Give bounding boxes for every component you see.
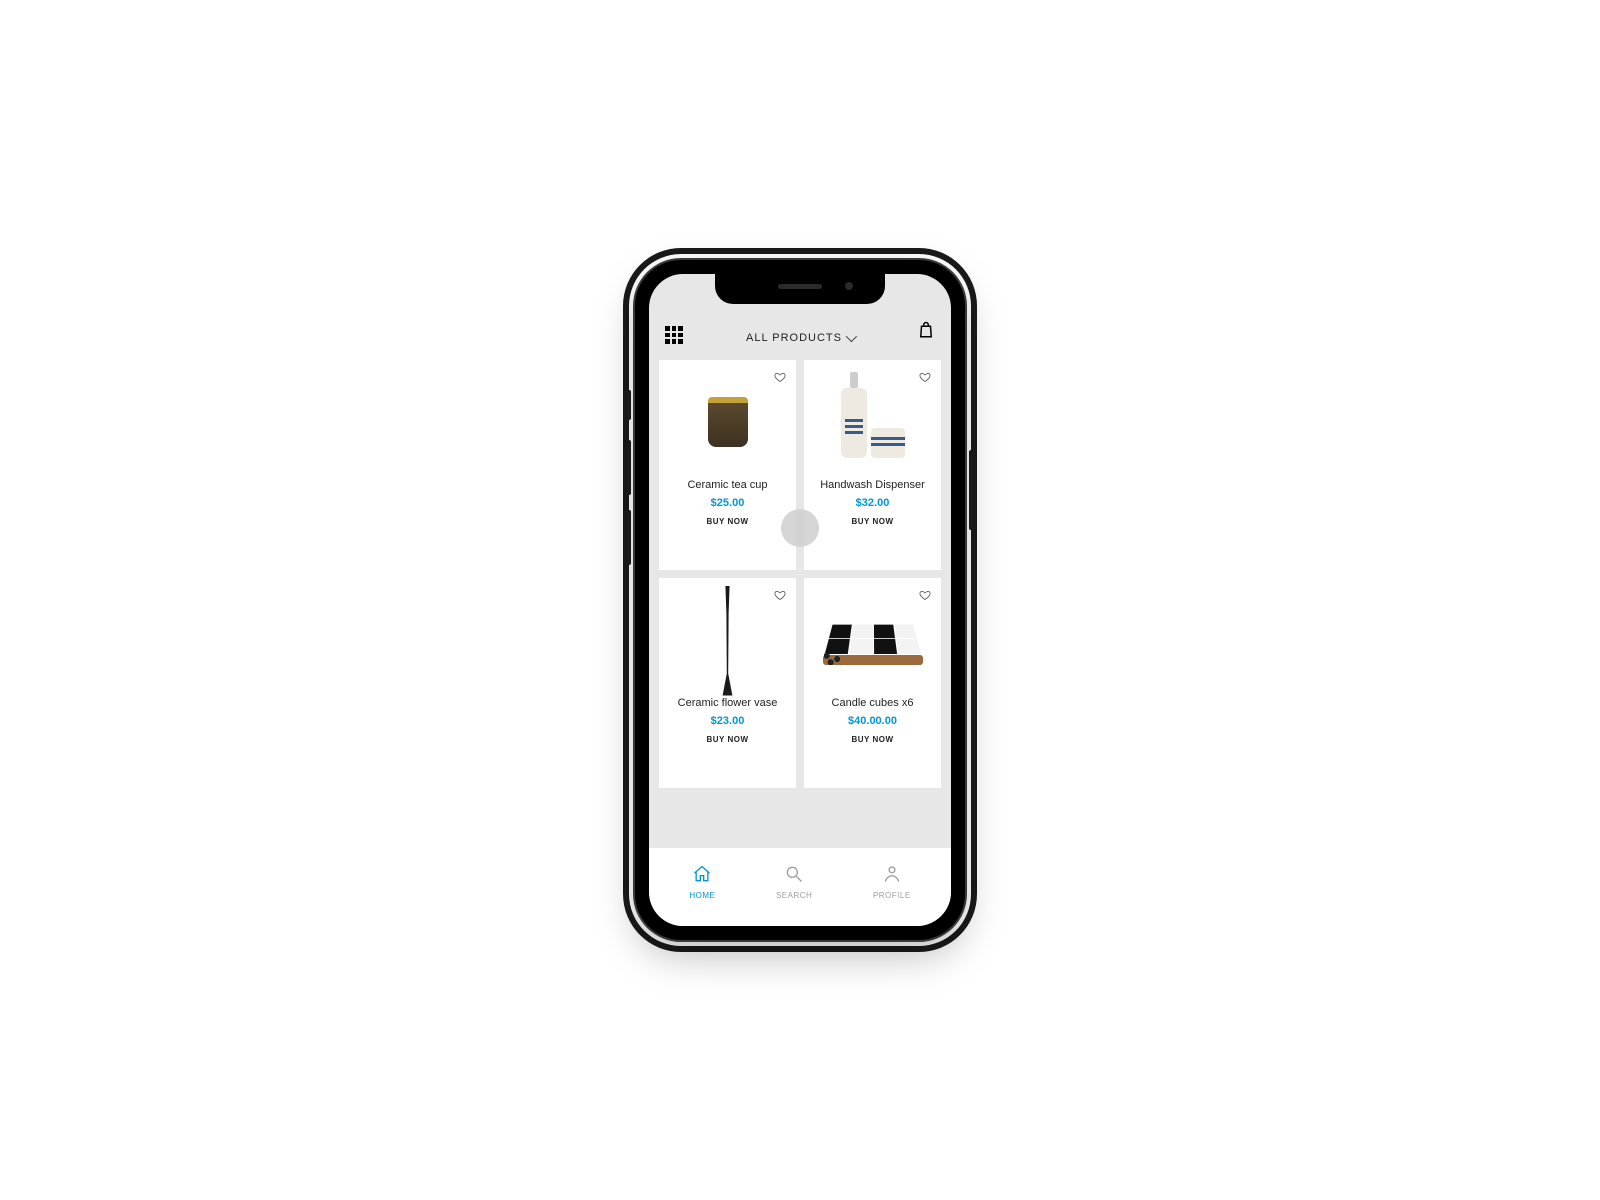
nav-search[interactable]: SEARCH	[776, 864, 812, 900]
product-image	[810, 588, 935, 693]
product-image	[665, 370, 790, 475]
search-icon	[784, 864, 804, 886]
product-card[interactable]: Ceramic tea cup $25.00 BUY NOW	[659, 360, 796, 570]
nav-label: PROFILE	[873, 891, 911, 900]
chevron-down-icon	[846, 331, 857, 342]
product-name: Handwash Dispenser	[820, 479, 925, 491]
product-price: $40.00.00	[848, 715, 897, 727]
volume-up-button	[627, 440, 631, 495]
product-image	[810, 370, 935, 475]
product-card[interactable]: Ceramic flower vase $23.00 BUY NOW	[659, 578, 796, 788]
nav-profile[interactable]: PROFILE	[873, 864, 911, 900]
menu-grid-icon[interactable]	[665, 326, 683, 344]
product-card[interactable]: Candle cubes x6 $40.00.00 BUY NOW	[804, 578, 941, 788]
product-image	[665, 588, 790, 693]
product-name: Candle cubes x6	[832, 697, 914, 709]
product-card[interactable]: Handwash Dispenser $32.00 BUY NOW	[804, 360, 941, 570]
nav-label: SEARCH	[776, 891, 812, 900]
profile-icon	[882, 864, 902, 886]
favorite-button[interactable]	[774, 370, 786, 382]
category-dropdown[interactable]: ALL PRODUCTS	[746, 332, 854, 344]
screen: ALL PRODUCTS Ceramic tea cup $25.00 BUY …	[649, 274, 951, 926]
mute-switch	[627, 390, 631, 420]
product-name: Ceramic tea cup	[687, 479, 767, 491]
product-name: Ceramic flower vase	[678, 697, 778, 709]
home-icon	[692, 864, 712, 886]
nav-label: HOME	[689, 891, 715, 900]
shopping-bag-icon[interactable]	[917, 321, 935, 344]
bottom-nav: HOME SEARCH PROFILE	[649, 848, 951, 926]
product-price: $32.00	[856, 497, 890, 509]
power-button	[969, 450, 973, 530]
buy-now-button[interactable]: BUY NOW	[851, 735, 893, 744]
buy-now-button[interactable]: BUY NOW	[706, 517, 748, 526]
favorite-button[interactable]	[919, 588, 931, 600]
buy-now-button[interactable]: BUY NOW	[706, 735, 748, 744]
favorite-button[interactable]	[774, 588, 786, 600]
product-price: $25.00	[711, 497, 745, 509]
product-price: $23.00	[711, 715, 745, 727]
nav-home[interactable]: HOME	[689, 864, 715, 900]
notch	[715, 274, 885, 304]
volume-down-button	[627, 510, 631, 565]
favorite-button[interactable]	[919, 370, 931, 382]
product-grid: Ceramic tea cup $25.00 BUY NOW Handwash …	[649, 360, 951, 848]
touch-indicator	[781, 509, 819, 547]
buy-now-button[interactable]: BUY NOW	[851, 517, 893, 526]
category-label: ALL PRODUCTS	[746, 332, 842, 344]
phone-frame: ALL PRODUCTS Ceramic tea cup $25.00 BUY …	[635, 260, 965, 940]
